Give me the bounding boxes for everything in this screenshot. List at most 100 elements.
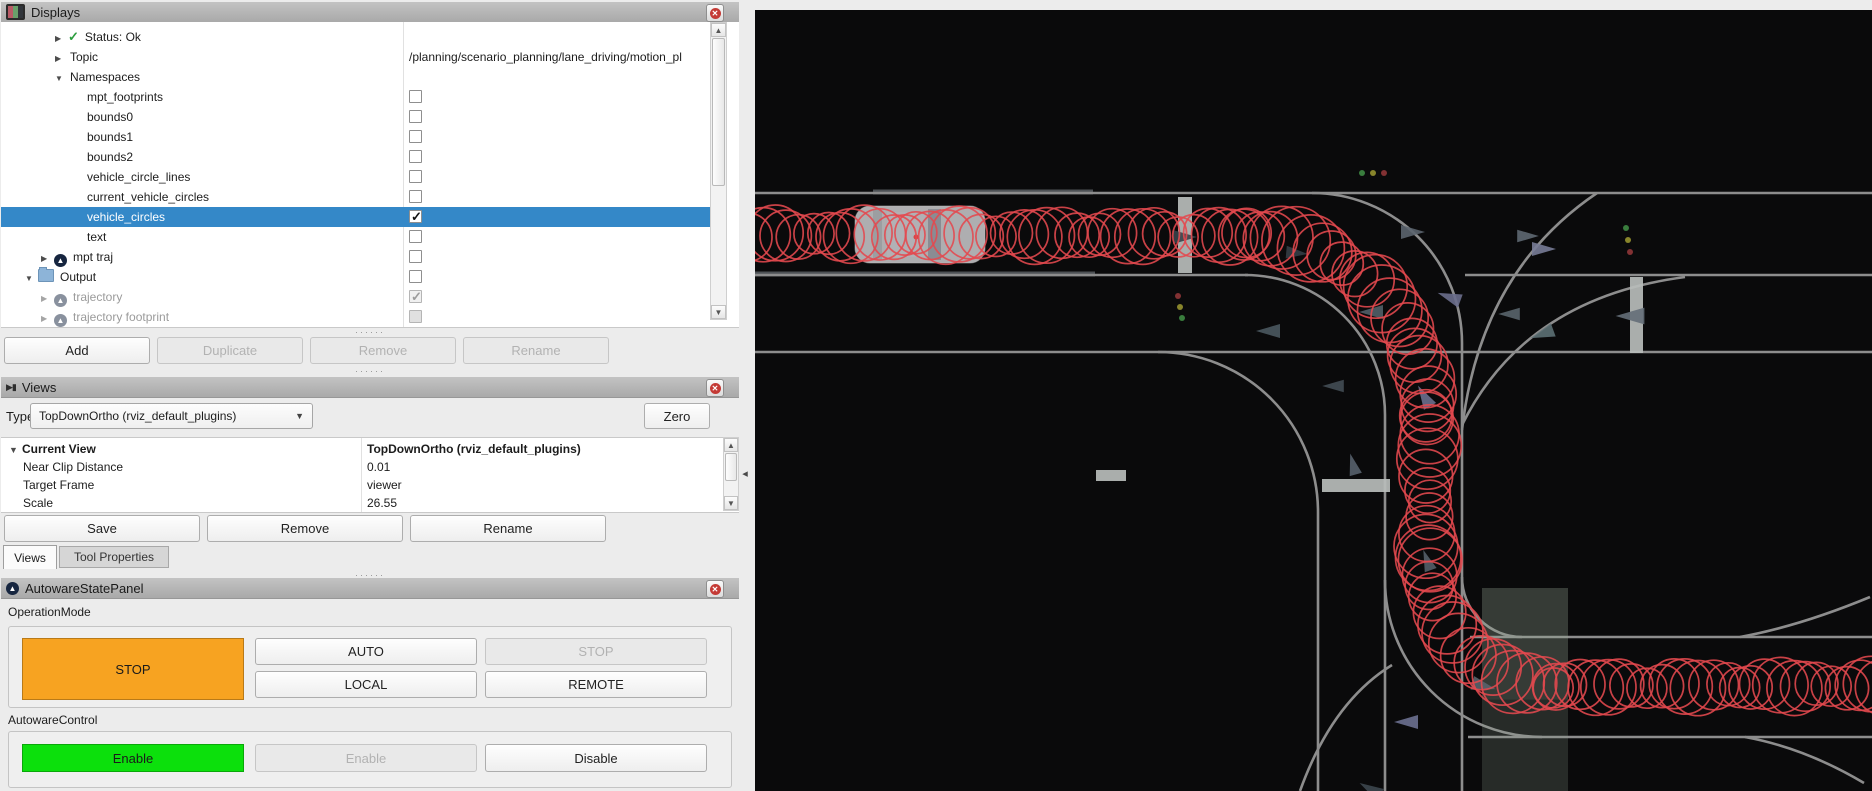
enable-button: Enable <box>255 744 477 772</box>
expander-down-icon[interactable]: ▼ <box>55 69 68 89</box>
auto-button[interactable]: AUTO <box>255 638 477 665</box>
tree-row-trajectory[interactable]: ▶▲ trajectory <box>1 287 710 307</box>
table-row: ▼Current View TopDownOrtho (rviz_default… <box>1 440 739 458</box>
close-icon: ✕ <box>710 584 721 595</box>
property-value[interactable]: 0.01 <box>367 458 390 476</box>
tree-row-label: vehicle_circles <box>85 210 165 224</box>
local-button[interactable]: LOCAL <box>255 671 477 698</box>
scroll-down-icon[interactable]: ▼ <box>724 496 738 510</box>
tree-row-output[interactable]: ▼Output <box>1 267 710 287</box>
traffic-light-dot <box>1175 293 1181 299</box>
scrollbar-thumb[interactable] <box>725 453 737 481</box>
tree-row-label: trajectory <box>71 290 122 304</box>
viz-canvas[interactable] <box>755 10 1872 791</box>
scroll-up-icon[interactable]: ▲ <box>724 438 738 452</box>
tree-row-vehicle-circles[interactable]: vehicle_circles <box>1 207 710 227</box>
checkbox[interactable] <box>409 170 422 183</box>
tree-row-mpt-traj[interactable]: ▶▲mpt traj <box>1 247 710 267</box>
tree-row-text[interactable]: text <box>1 227 710 247</box>
scroll-down-icon[interactable]: ▼ <box>711 305 726 319</box>
operation-mode-label: OperationMode <box>8 605 91 619</box>
expander-down-icon[interactable]: ▼ <box>9 441 22 459</box>
property-name: Current View <box>22 442 96 456</box>
disable-button[interactable]: Disable <box>485 744 707 772</box>
tree-row-bounds1[interactable]: bounds1 <box>1 127 710 147</box>
viz-3d-view[interactable] <box>755 10 1872 791</box>
checkbox[interactable] <box>409 90 422 103</box>
stop-line <box>1322 479 1390 492</box>
tree-row-label: vehicle_circle_lines <box>85 170 190 184</box>
remove-button[interactable]: Remove <box>207 515 403 542</box>
autoware-icon: ▲ <box>54 294 67 307</box>
remote-button[interactable]: REMOTE <box>485 671 707 698</box>
panel-splitter[interactable]: ······ <box>0 328 740 336</box>
scrollbar-thumb[interactable] <box>712 38 725 186</box>
tab-tool-properties[interactable]: Tool Properties <box>59 546 169 568</box>
tree-row-topic[interactable]: ▶Topic/planning/scenario_planning/lane_d… <box>1 47 710 67</box>
autoware-panel-header[interactable]: ▲ AutowareStatePanel <box>1 578 739 599</box>
autoware-panel-title: AutowareStatePanel <box>25 581 144 596</box>
expander-right-icon[interactable]: ▶ <box>41 289 54 309</box>
checkbox[interactable] <box>409 210 422 223</box>
autoware-control-state-badge: Enable <box>22 744 244 772</box>
tree-row-vehicle-circle-lines[interactable]: vehicle_circle_lines <box>1 167 710 187</box>
expander-right-icon[interactable]: ▶ <box>41 249 54 269</box>
tree-row-label: Status: Ok <box>83 30 141 44</box>
tab-views[interactable]: Views <box>3 545 57 569</box>
tree-row-label: text <box>85 230 106 244</box>
view-properties-table: ▼Current View TopDownOrtho (rviz_default… <box>1 437 739 513</box>
topic-value[interactable]: /planning/scenario_planning/lane_driving… <box>409 47 704 67</box>
tree-row-label: bounds1 <box>85 130 133 144</box>
tree-row-current-vehicle-circles[interactable]: current_vehicle_circles <box>1 187 710 207</box>
checkbox[interactable] <box>409 110 422 123</box>
views-panel-title: Views <box>22 380 56 395</box>
autoware-control-label: AutowareControl <box>8 713 97 727</box>
expander-down-icon[interactable]: ▼ <box>25 269 38 289</box>
close-icon: ✕ <box>710 383 721 394</box>
scroll-up-icon[interactable]: ▲ <box>711 23 726 37</box>
rename-button[interactable]: Rename <box>410 515 606 542</box>
rviz-window: Displays ✕ ▶✓Status: Ok▶Topic/planning/s… <box>0 0 1872 791</box>
tree-row-bounds0[interactable]: bounds0 <box>1 107 710 127</box>
property-value[interactable]: viewer <box>367 476 402 494</box>
views-panel-header[interactable]: ▶▮ Views <box>1 377 739 398</box>
expander-right-icon[interactable]: ▶ <box>41 309 54 328</box>
save-button[interactable]: Save <box>4 515 200 542</box>
traffic-light-dot <box>1625 237 1631 243</box>
view-type-combobox[interactable]: TopDownOrtho (rviz_default_plugins) ▼ <box>30 403 313 429</box>
traffic-light-dot <box>1359 170 1365 176</box>
checkbox[interactable] <box>409 130 422 143</box>
checkbox[interactable] <box>409 150 422 163</box>
views-icon: ▶▮ <box>6 382 16 393</box>
table-row: Target Frame viewer <box>1 476 739 494</box>
zero-button[interactable]: Zero <box>644 403 710 429</box>
displays-close-button[interactable]: ✕ <box>706 4 724 22</box>
checkbox[interactable] <box>409 250 422 263</box>
displays-scrollbar[interactable]: ▲ ▼ <box>710 22 727 320</box>
property-name: Near Clip Distance <box>23 458 123 476</box>
chevron-down-icon: ▼ <box>295 411 304 421</box>
checkbox <box>409 310 422 323</box>
property-value[interactable]: TopDownOrtho (rviz_default_plugins) <box>367 440 581 458</box>
panel-collapse-arrow[interactable]: ◂ <box>738 466 752 482</box>
autoware-icon: ▲ <box>54 254 67 267</box>
tree-row-bounds2[interactable]: bounds2 <box>1 147 710 167</box>
tree-row-status-ok[interactable]: ▶✓Status: Ok <box>1 27 710 47</box>
panel-splitter[interactable]: ······ <box>0 367 740 375</box>
property-value[interactable]: 26.55 <box>367 494 397 512</box>
checkbox[interactable] <box>409 230 422 243</box>
displays-panel-header[interactable]: Displays <box>1 2 739 23</box>
tree-row-mpt-footprints[interactable]: mpt_footprints <box>1 87 710 107</box>
expander-right-icon[interactable]: ▶ <box>55 29 68 49</box>
displays-tree[interactable]: ▶✓Status: Ok▶Topic/planning/scenario_pla… <box>1 22 739 328</box>
add-button[interactable]: Add <box>4 337 150 364</box>
tree-row-namespaces[interactable]: ▼Namespaces <box>1 67 710 87</box>
stop-button: STOP <box>485 638 707 665</box>
expander-right-icon[interactable]: ▶ <box>55 49 68 69</box>
tree-row-trajectory-footprint[interactable]: ▶▲trajectory footprint <box>1 307 710 327</box>
checkbox[interactable] <box>409 270 422 283</box>
checkbox[interactable] <box>409 190 422 203</box>
autoware-close-button[interactable]: ✕ <box>706 580 724 598</box>
views-scrollbar[interactable]: ▲ ▼ <box>723 437 739 511</box>
views-close-button[interactable]: ✕ <box>706 379 724 397</box>
